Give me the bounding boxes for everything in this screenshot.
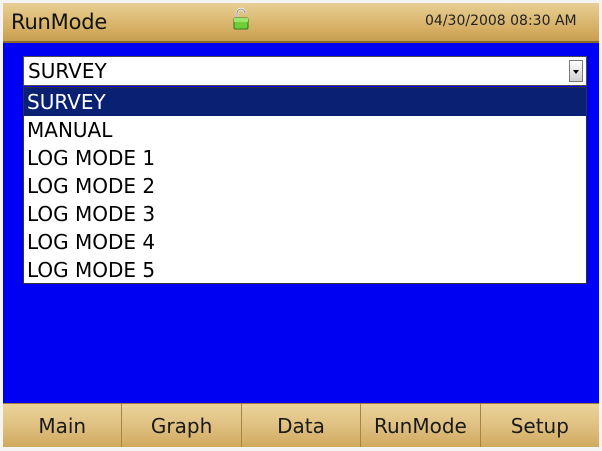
unlocked-padlock-icon[interactable] (231, 7, 251, 31)
tab-setup[interactable]: Setup (481, 404, 599, 447)
option-log-mode-5[interactable]: LOG MODE 5 (24, 256, 586, 284)
runmode-dropdown[interactable]: SURVEY (23, 56, 587, 86)
bottom-tab-bar: Main Graph Data RunMode Setup (3, 403, 599, 447)
chevron-down-icon[interactable] (569, 60, 583, 82)
tab-runmode[interactable]: RunMode (361, 404, 481, 447)
option-survey[interactable]: SURVEY (24, 88, 586, 116)
date-time-display: 04/30/2008 08:30 AM (425, 13, 577, 29)
tab-main[interactable]: Main (3, 404, 123, 447)
page-title: RunMode (11, 10, 108, 34)
option-log-mode-4[interactable]: LOG MODE 4 (24, 228, 586, 256)
runmode-option-list: SURVEY MANUAL LOG MODE 1 LOG MODE 2 LOG … (23, 87, 587, 284)
option-log-mode-3[interactable]: LOG MODE 3 (24, 200, 586, 228)
tab-graph[interactable]: Graph (122, 404, 242, 447)
device-screen: RunMode 04/30/2008 08:30 AM SURVEY SURVE… (3, 3, 599, 447)
option-log-mode-2[interactable]: LOG MODE 2 (24, 172, 586, 200)
runmode-selected-value: SURVEY (28, 59, 107, 83)
tab-data[interactable]: Data (242, 404, 362, 447)
option-manual[interactable]: MANUAL (24, 116, 586, 144)
option-log-mode-1[interactable]: LOG MODE 1 (24, 144, 586, 172)
title-bar: RunMode 04/30/2008 08:30 AM (3, 3, 599, 43)
